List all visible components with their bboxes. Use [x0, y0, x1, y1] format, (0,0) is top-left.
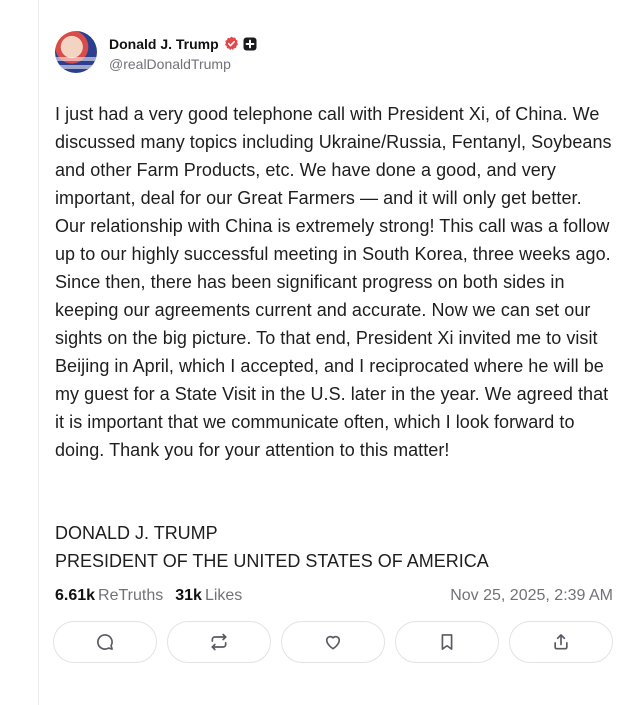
feed-left-border: [38, 0, 39, 705]
signature-name: DONALD J. TRUMP: [55, 523, 218, 543]
author-handle[interactable]: @realDonaldTrump: [109, 56, 257, 72]
post-stats: 6.61k ReTruths 31k Likes Nov 25, 2025, 2…: [55, 585, 613, 607]
post-timestamp[interactable]: Nov 25, 2025, 2:39 AM: [450, 587, 613, 605]
share-icon: [554, 634, 568, 650]
retruth-icon: [211, 633, 227, 651]
retruth-button[interactable]: [167, 621, 271, 663]
reply-button[interactable]: [53, 621, 157, 663]
verified-badge-icon: [224, 36, 238, 51]
bookmark-icon: [441, 634, 453, 650]
like-heart-icon: [325, 635, 341, 650]
reply-icon: [97, 634, 113, 650]
plus-badge-icon: [243, 37, 257, 50]
bookmark-button[interactable]: [395, 621, 499, 663]
post-signature: DONALD J. TRUMP PRESIDENT OF THE UNITED …: [55, 519, 489, 575]
author-names: Donald J. Trump @realDonaldTrump: [109, 33, 257, 72]
post-author[interactable]: Donald J. Trump @realDonaldTrump: [55, 31, 257, 73]
avatar[interactable]: [55, 31, 97, 73]
share-button[interactable]: [509, 621, 613, 663]
post-action-bar: [53, 621, 613, 663]
retruths-count[interactable]: 6.61k: [55, 587, 95, 605]
post-text: I just had a very good telephone call wi…: [55, 104, 612, 460]
likes-count[interactable]: 31k: [175, 587, 202, 605]
author-display-name[interactable]: Donald J. Trump: [109, 36, 219, 52]
signature-title: PRESIDENT OF THE UNITED STATES OF AMERIC…: [55, 551, 489, 571]
retruths-label[interactable]: ReTruths: [98, 587, 163, 605]
author-name-row: Donald J. Trump: [109, 33, 257, 55]
likes-label[interactable]: Likes: [205, 587, 242, 605]
like-button[interactable]: [281, 621, 385, 663]
